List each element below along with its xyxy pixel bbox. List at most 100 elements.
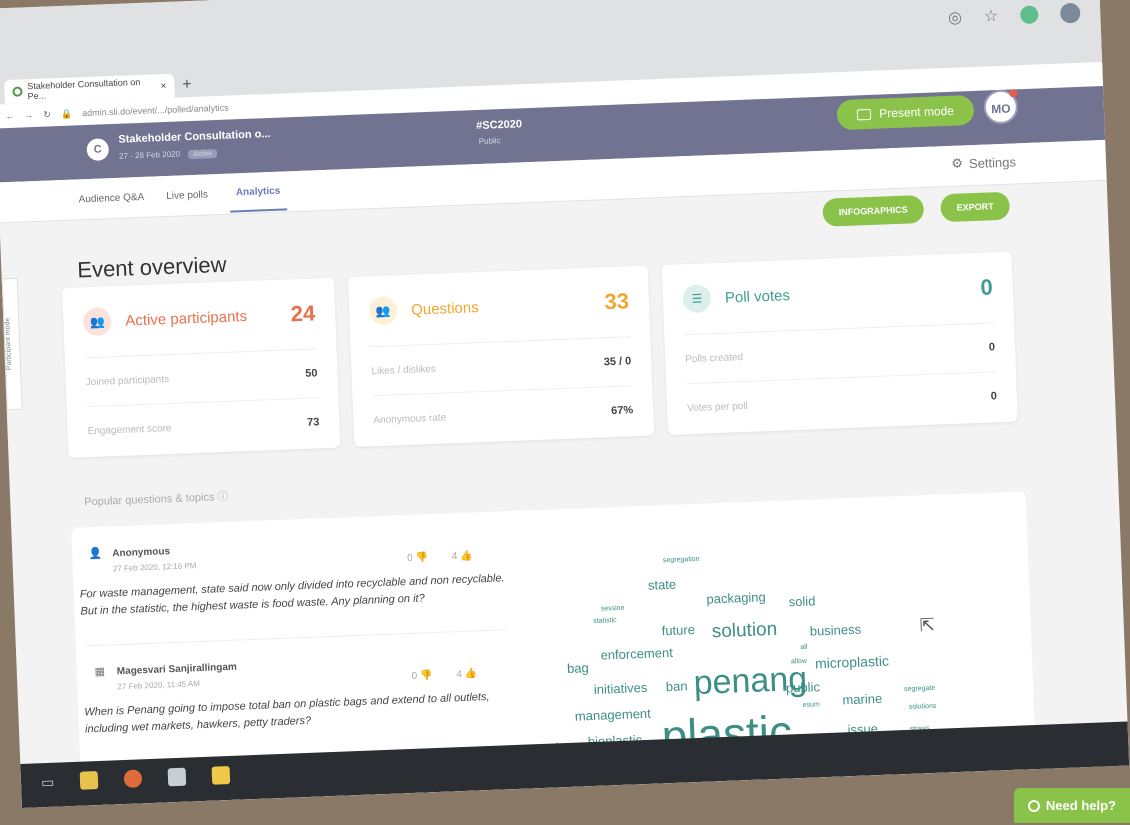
card-row-label: Likes / dislikes	[371, 363, 437, 377]
monitor-icon	[857, 108, 872, 120]
tab-analytics[interactable]: Analytics	[229, 172, 288, 213]
cloud-word: solution	[711, 618, 778, 643]
dislike-stat: 0 👎	[411, 670, 432, 682]
cloud-word: microplastic	[814, 652, 890, 672]
card-row-value: 0	[988, 341, 996, 354]
card-row-label: Joined participants	[85, 373, 170, 388]
need-help-button[interactable]: Need help?	[1013, 788, 1130, 823]
cloud-word: bag	[566, 660, 590, 676]
present-mode-label: Present mode	[878, 103, 955, 121]
cloud-word: segregate	[903, 684, 936, 694]
participant-mode-tab[interactable]: Participant mode	[1, 277, 23, 411]
cloud-word: state	[647, 576, 677, 593]
file-explorer-icon[interactable]	[79, 771, 99, 790]
back-icon[interactable]: ←	[5, 111, 14, 121]
thumbs-down-icon: 👎	[419, 670, 433, 682]
cursor-icon: ⇱	[919, 614, 936, 636]
settings-label: Settings	[968, 153, 1017, 171]
tab-live-polls[interactable]: Live polls	[166, 189, 208, 202]
people-icon: 👥	[82, 307, 112, 337]
avatar[interactable]: MO	[983, 89, 1019, 125]
chrome-icon[interactable]	[123, 769, 143, 789]
forward-icon[interactable]: →	[24, 110, 33, 120]
dislike-stat: 0 👎	[407, 552, 428, 564]
event-badge: C	[86, 138, 110, 162]
gear-icon: ⚙	[951, 155, 964, 171]
extension-icon[interactable]	[1019, 5, 1039, 25]
card-row-value: 0	[990, 390, 998, 403]
divider	[85, 629, 506, 647]
status-badge: Active	[188, 149, 218, 160]
dislike-count: 0	[406, 552, 413, 565]
cloud-word: solid	[788, 593, 816, 610]
card-title: Poll votes	[724, 286, 791, 307]
event-date-row: 27 - 28 Feb 2020 Active	[119, 148, 218, 162]
question-item[interactable]: ▦ Magesvari Sanjirallingam 27 Feb 2020, …	[77, 647, 520, 739]
card-value: 24	[290, 300, 316, 327]
star-icon[interactable]: ☆	[984, 6, 999, 27]
cloud-word: management	[574, 705, 652, 724]
user-icon: 👤	[88, 547, 103, 561]
url-text[interactable]: admin.sli.do/event/.../polled/analytics	[82, 103, 229, 119]
event-name[interactable]: Stakeholder Consultation o...	[118, 128, 271, 146]
overview-cards: 👥 Active participants 24 Joined particip…	[62, 251, 1018, 458]
cloud-word: esum	[802, 701, 820, 709]
filter-icon: ☰	[682, 284, 712, 314]
task-view-icon[interactable]: ▭	[41, 773, 55, 790]
card-row: Engagement score 73	[87, 398, 321, 455]
settings-link[interactable]: ⚙ Settings	[951, 153, 1016, 171]
close-tab-icon[interactable]: ×	[160, 80, 166, 91]
card-title: Questions	[410, 298, 479, 319]
new-tab-icon[interactable]: +	[182, 73, 192, 97]
browser-tab-title: Stakeholder Consultation on Pe...	[27, 76, 141, 102]
cloud-word: ban	[665, 678, 688, 695]
cloud-word: statistic	[593, 617, 617, 625]
cloud-word: enforcement	[600, 644, 674, 663]
cloud-word: future	[661, 622, 696, 639]
card-value: 33	[604, 288, 630, 315]
profile-icon[interactable]	[1059, 2, 1081, 24]
cloud-word: marine	[842, 690, 883, 708]
card-row-label: Polls created	[685, 351, 744, 365]
thumbs-up-icon: 👍	[464, 668, 478, 680]
cloud-word: segregation	[662, 555, 700, 565]
infographics-button[interactable]: INFOGRAPHICS	[822, 194, 925, 227]
popular-topics-heading: Popular questions & topics ⓘ	[84, 488, 229, 510]
card-value: 0	[979, 274, 994, 300]
people-icon: 👥	[368, 296, 398, 326]
notes-icon[interactable]	[211, 765, 231, 785]
cloud-word: public	[785, 679, 821, 696]
popular-topics-label: Popular questions & topics	[84, 491, 215, 509]
like-count: 4	[456, 669, 463, 681]
info-icon[interactable]: ⓘ	[217, 491, 228, 503]
cloud-word: solutions	[908, 702, 937, 711]
card-row-label: Votes per poll	[686, 400, 748, 414]
card-row: Joined participants 50	[84, 349, 319, 408]
card-row-value: 67%	[610, 404, 634, 418]
lens-icon[interactable]: ◎	[948, 7, 963, 28]
cloud-word: business	[809, 621, 862, 639]
lock-icon: 🔒	[60, 108, 73, 119]
export-button[interactable]: EXPORT	[940, 191, 1011, 223]
question-text: When is Penang going to impose total ban…	[84, 690, 490, 736]
tab-audience-qa[interactable]: Audience Q&A	[78, 191, 144, 205]
thumbs-down-icon: 👎	[415, 552, 429, 564]
present-mode-button[interactable]: Present mode	[836, 94, 975, 131]
cloud-word: packaging	[706, 589, 767, 607]
screen: ◎ ☆ Stakeholder Consultation on Pe... × …	[0, 0, 1130, 809]
need-help-label: Need help?	[1045, 798, 1116, 813]
cloud-word: all	[800, 643, 808, 651]
reload-icon[interactable]: ↻	[43, 109, 51, 120]
app-icon[interactable]	[167, 767, 187, 787]
like-stat: 4 👍	[456, 668, 477, 680]
question-author: Magesvari Sanjirallingam	[116, 661, 238, 677]
card-title: Active participants	[125, 307, 248, 330]
question-author: Anonymous	[112, 545, 171, 559]
page-title: Event overview	[76, 251, 227, 283]
card-row: Anonymous rate 67%	[372, 386, 634, 444]
cloud-word: initiatives	[593, 679, 648, 697]
card-row-label: Engagement score	[87, 422, 172, 437]
question-item[interactable]: 👤 Anonymous 27 Feb 2020, 12:16 PM 0 👎 4 …	[72, 529, 515, 621]
card-poll-votes: ☰ Poll votes 0 Polls created 0 Votes per…	[661, 251, 1018, 435]
like-stat: 4 👍	[452, 551, 473, 563]
